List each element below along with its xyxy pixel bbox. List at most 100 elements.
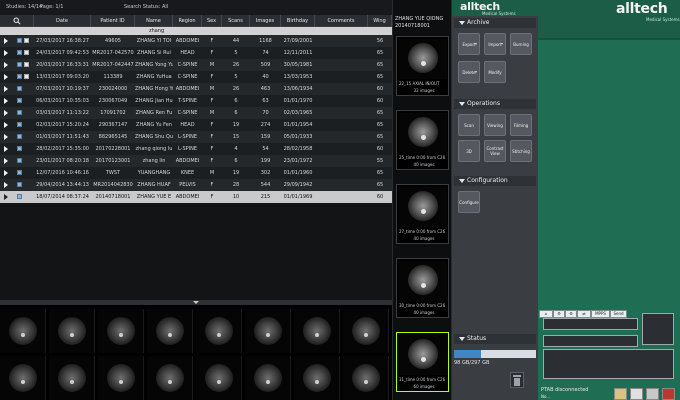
3d-button[interactable]: 3D bbox=[458, 140, 480, 162]
column-header-images[interactable]: Images bbox=[250, 15, 281, 27]
stitching-button[interactable]: Stitching bbox=[510, 140, 532, 162]
table-row[interactable]: 03/03/2017 11:13:22 17091702 ZHANG Ren Fu C… bbox=[0, 107, 392, 119]
tab-gear-icon[interactable]: ⚙ bbox=[553, 310, 565, 318]
ptab-logo-icon[interactable] bbox=[614, 388, 627, 400]
table-cell: MR2014042830 bbox=[93, 182, 133, 188]
image-thumbnail[interactable] bbox=[245, 309, 291, 353]
expand-arrow-icon[interactable] bbox=[4, 146, 8, 152]
collapse-handle-icon[interactable] bbox=[193, 301, 199, 304]
filming-button[interactable]: Filming bbox=[510, 114, 532, 136]
table-cell: 26 bbox=[232, 86, 240, 92]
close-icon[interactable] bbox=[646, 388, 659, 400]
search-column-header[interactable] bbox=[0, 15, 34, 27]
expand-arrow-icon[interactable] bbox=[4, 74, 8, 80]
image-thumbnail[interactable] bbox=[196, 356, 242, 400]
tab-mpps[interactable]: MPPS bbox=[591, 310, 610, 318]
image-thumbnail[interactable] bbox=[147, 309, 193, 353]
delete-button[interactable]: Delete bbox=[458, 61, 480, 83]
table-row[interactable]: 06/03/2017 10:35:03 230067049 ZHANG Jian H… bbox=[0, 95, 392, 107]
table-row[interactable]: 01/03/2017 11:51:43 882965145 ZHANG Shu Qu… bbox=[0, 131, 392, 143]
image-thumbnail[interactable] bbox=[98, 356, 144, 400]
table-cell: 55 bbox=[376, 158, 384, 164]
status-section-header[interactable]: Status bbox=[454, 334, 536, 344]
image-thumbnail[interactable] bbox=[49, 309, 95, 353]
expand-arrow-icon[interactable] bbox=[4, 158, 8, 164]
series-thumbnail[interactable]: 30_time 0:00 from C26 40 images bbox=[396, 258, 449, 318]
expand-arrow-icon[interactable] bbox=[4, 194, 8, 200]
table-row[interactable]: 20/03/2017 16:33:31 MR2017-042447 ZHANG Yo… bbox=[0, 59, 392, 71]
table-row[interactable]: 29/04/2014 13:44:13 MR2014042830 ZHANG HUA… bbox=[0, 179, 392, 191]
image-thumbnail[interactable] bbox=[49, 356, 95, 400]
import-button[interactable]: Import bbox=[484, 33, 506, 55]
search-icon[interactable] bbox=[13, 17, 21, 25]
image-thumbnail[interactable] bbox=[98, 309, 144, 353]
export-button[interactable]: Export bbox=[458, 33, 480, 55]
table-cell: 509 bbox=[260, 62, 271, 68]
tab-network-icon[interactable]: ⇄ bbox=[577, 310, 591, 318]
image-thumbnail[interactable] bbox=[147, 356, 193, 400]
column-header-patient-id[interactable]: Patient ID bbox=[91, 15, 135, 27]
configure-button[interactable]: Configure bbox=[458, 191, 480, 213]
column-header-date[interactable]: Date bbox=[34, 15, 91, 27]
column-header-region[interactable]: Region bbox=[173, 15, 202, 27]
expand-arrow-icon[interactable] bbox=[4, 62, 8, 68]
expand-arrow-icon[interactable] bbox=[4, 38, 8, 44]
name-filter-input[interactable]: zhang bbox=[149, 27, 164, 35]
viewing-button[interactable]: Viewing bbox=[484, 114, 506, 136]
column-header-birthday[interactable]: Birthday bbox=[281, 15, 315, 27]
expand-arrow-icon[interactable] bbox=[4, 134, 8, 140]
table-row[interactable]: 18/07/2014 08:37:24 20140718001 ZHANG YUE … bbox=[0, 191, 392, 203]
column-header-weight[interactable]: Wing bbox=[368, 15, 392, 27]
column-header-name[interactable]: Name bbox=[135, 15, 173, 27]
operations-section-header[interactable]: Operations bbox=[454, 99, 536, 109]
image-thumbnail[interactable] bbox=[0, 309, 46, 353]
configuration-section-header[interactable]: Configuration bbox=[454, 176, 536, 186]
series-thumbnail[interactable]: 31_time 0:00 from C26 60 images bbox=[396, 332, 449, 392]
series-thumbnail[interactable]: 22_15 AXIAL IN/OUT 32 images bbox=[396, 36, 449, 96]
image-thumbnail[interactable] bbox=[294, 356, 340, 400]
column-header-sex[interactable]: Sex bbox=[202, 15, 222, 27]
image-thumbnail[interactable] bbox=[245, 356, 291, 400]
series-thumbnail[interactable]: 25_time 0:00 from C26 40 images bbox=[396, 110, 449, 170]
tab-settings-icon[interactable]: ⚙ bbox=[565, 310, 577, 318]
table-row[interactable]: 24/03/2017 09:42:53 MR2017-042570 ZHANG Si… bbox=[0, 47, 392, 59]
series-thumbnail[interactable]: 27_time 0:00 from C26 40 images bbox=[396, 184, 449, 244]
table-row[interactable]: 02/03/2017 15:20:24 290367147 ZHANG Yu Fen… bbox=[0, 119, 392, 131]
tab-home-icon[interactable]: ⌂ bbox=[539, 310, 553, 318]
table-cell: 60 bbox=[376, 194, 384, 200]
expand-arrow-icon[interactable] bbox=[4, 50, 8, 56]
table-row[interactable]: 07/03/2017 10:19:37 230024000 ZHANG Hong Y… bbox=[0, 83, 392, 95]
image-thumbnail[interactable] bbox=[343, 309, 389, 353]
table-row[interactable]: 28/02/2017 15:35:00 20170228001 zhang qion… bbox=[0, 143, 392, 155]
table-cell: L-SPINE bbox=[177, 134, 198, 140]
expand-arrow-icon[interactable] bbox=[4, 182, 8, 188]
power-icon[interactable] bbox=[662, 388, 675, 400]
filter-row[interactable]: zhang bbox=[0, 27, 392, 35]
image-thumbnail[interactable] bbox=[0, 356, 46, 400]
expand-arrow-icon[interactable] bbox=[4, 170, 8, 176]
burning-button[interactable]: Burning bbox=[510, 33, 532, 55]
table-row[interactable]: 13/03/2017 09:03:20 113389 ZHANG YuHua C-SP… bbox=[0, 71, 392, 83]
image-thumbnail[interactable] bbox=[343, 356, 389, 400]
scan-button[interactable]: Scan bbox=[458, 114, 480, 136]
expand-arrow-icon[interactable] bbox=[4, 110, 8, 116]
table-row[interactable]: 27/03/2017 16:38:27 49605 ZHANG YI TOI ABDO… bbox=[0, 35, 392, 47]
image-icon bbox=[17, 122, 22, 127]
image-thumbnail[interactable] bbox=[294, 309, 340, 353]
contrast-view-button[interactable]: Contrast View bbox=[484, 140, 506, 162]
archive-section-header[interactable]: Archive bbox=[454, 18, 536, 28]
column-header-scans[interactable]: Scans bbox=[222, 15, 250, 27]
expand-arrow-icon[interactable] bbox=[4, 86, 8, 92]
table-row[interactable]: 23/01/2017 08:20:18 20170123001 zhang lin A… bbox=[0, 155, 392, 167]
image-thumbnail-strip[interactable] bbox=[0, 305, 392, 400]
tab-send[interactable]: Send bbox=[610, 310, 627, 318]
table-cell: 199 bbox=[260, 158, 271, 164]
trash-icon[interactable] bbox=[510, 372, 524, 388]
expand-arrow-icon[interactable] bbox=[4, 98, 8, 104]
modify-button[interactable]: Modify bbox=[484, 61, 506, 83]
column-header-comments[interactable]: Comments bbox=[315, 15, 368, 27]
image-thumbnail[interactable] bbox=[196, 309, 242, 353]
photo-icon[interactable] bbox=[630, 388, 643, 400]
expand-arrow-icon[interactable] bbox=[4, 122, 8, 128]
table-row[interactable]: 12/07/2016 10:46:16 TWST YUANGHANG KNEE M 19 3… bbox=[0, 167, 392, 179]
